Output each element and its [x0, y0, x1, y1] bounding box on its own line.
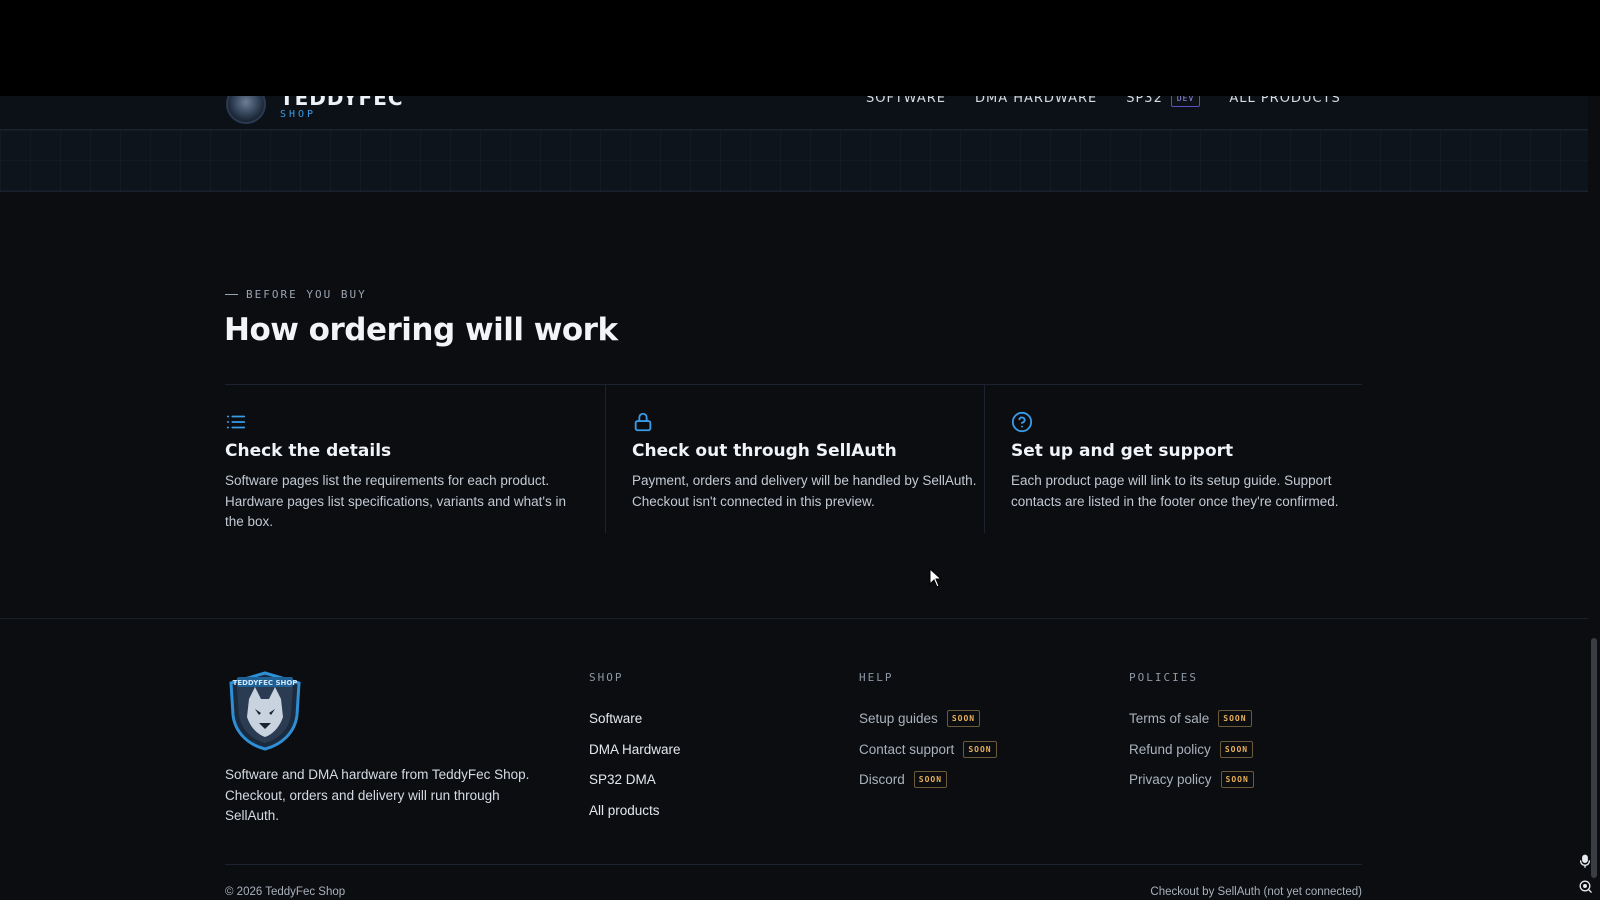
footer-logo-text: TEDDYFEC SHOP — [233, 679, 298, 687]
section-title: How ordering will work — [224, 312, 618, 348]
eyebrow-text: BEFORE YOU BUY — [246, 288, 367, 301]
help-circle-icon — [1011, 411, 1033, 433]
footer-link-all-products[interactable]: All products — [589, 795, 681, 826]
footer-link-software[interactable]: Software — [589, 703, 681, 734]
soon-badge: SOON — [1218, 709, 1252, 727]
footer-link-label: Contact support — [859, 741, 955, 757]
footer-wolf-logo-icon[interactable]: TEDDYFEC SHOP — [225, 669, 305, 751]
step-checkout: Check out through SellAuth Payment, orde… — [605, 385, 984, 533]
footer-link-contact-support[interactable]: Contact support SOON — [859, 734, 997, 765]
footer-col-policies: POLICIES Terms of sale SOON Refund polic… — [1129, 671, 1254, 795]
page-scrollbar[interactable] — [1588, 96, 1600, 900]
footer-link-dma-hardware[interactable]: DMA Hardware — [589, 734, 681, 765]
scrollbar-thumb[interactable] — [1591, 638, 1597, 878]
soon-badge: SOON — [963, 740, 997, 758]
footer-link-label: Setup guides — [859, 710, 938, 726]
step-title: Check out through SellAuth — [632, 441, 897, 461]
footer-link-terms-of-sale[interactable]: Terms of sale SOON — [1129, 703, 1254, 734]
step-title: Check the details — [225, 441, 392, 461]
step-text: Payment, orders and delivery will be han… — [632, 473, 977, 509]
footer-copyright: © 2026 TeddyFec Shop — [225, 886, 346, 898]
brand-subtitle: SHOP — [280, 109, 317, 120]
hero-grid-band — [0, 130, 1588, 192]
footer-link-privacy-policy[interactable]: Privacy policy SOON — [1129, 764, 1254, 795]
soon-badge: SOON — [1219, 740, 1254, 758]
footer-col-help: HELP Setup guides SOON Contact support S… — [859, 671, 997, 795]
page: TEDDYFEC SHOP SOFTWARE DMA HARDWARE SP32… — [0, 0, 1588, 900]
footer-link-label: Refund policy — [1129, 741, 1211, 757]
step-text: Software pages list the requirements for… — [225, 473, 566, 529]
step-support: Set up and get support Each product page… — [984, 385, 1362, 533]
footer-link-refund-policy[interactable]: Refund policy SOON — [1129, 734, 1254, 765]
lock-icon — [634, 412, 652, 432]
footer-about: Software and DMA hardware from TeddyFec … — [225, 767, 530, 823]
microphone-icon[interactable] — [1578, 854, 1592, 868]
site-footer: TEDDYFEC SHOP Software and DMA hardware … — [0, 618, 1588, 900]
section-eyebrow: BEFORE YOU BUY — [225, 288, 367, 301]
footer-link-label: Discord — [859, 772, 905, 788]
footer-col-heading: POLICIES — [1129, 671, 1198, 684]
footer-col-heading: HELP — [859, 671, 894, 684]
footer-link-setup-guides[interactable]: Setup guides SOON — [859, 703, 997, 734]
soon-badge: SOON — [1220, 771, 1254, 789]
footer-checkout-note: Checkout by SellAuth (not yet connected) — [1150, 886, 1362, 898]
footer-link-label: Terms of sale — [1129, 710, 1210, 726]
step-check-details: Check the details Software pages list th… — [225, 385, 605, 533]
ordering-steps: Check the details Software pages list th… — [225, 384, 1362, 533]
top-black-bar — [0, 0, 1600, 96]
footer-col-shop: SHOP Software DMA Hardware SP32 DMA All … — [589, 671, 681, 826]
assistant-icon[interactable] — [1578, 879, 1592, 893]
mouse-cursor-icon — [929, 568, 943, 588]
footer-divider — [225, 864, 1362, 865]
footer-link-label: Privacy policy — [1129, 772, 1212, 788]
step-text: Each product page will link to its setup… — [1011, 473, 1339, 509]
soon-badge: SOON — [913, 771, 948, 789]
footer-link-sp32-dma[interactable]: SP32 DMA — [589, 764, 681, 795]
step-title: Set up and get support — [1011, 441, 1234, 461]
footer-link-discord[interactable]: Discord SOON — [859, 764, 997, 795]
eyebrow-dash — [225, 294, 238, 295]
soon-badge: SOON — [946, 709, 981, 727]
footer-col-heading: SHOP — [589, 671, 624, 684]
list-icon — [226, 415, 246, 429]
